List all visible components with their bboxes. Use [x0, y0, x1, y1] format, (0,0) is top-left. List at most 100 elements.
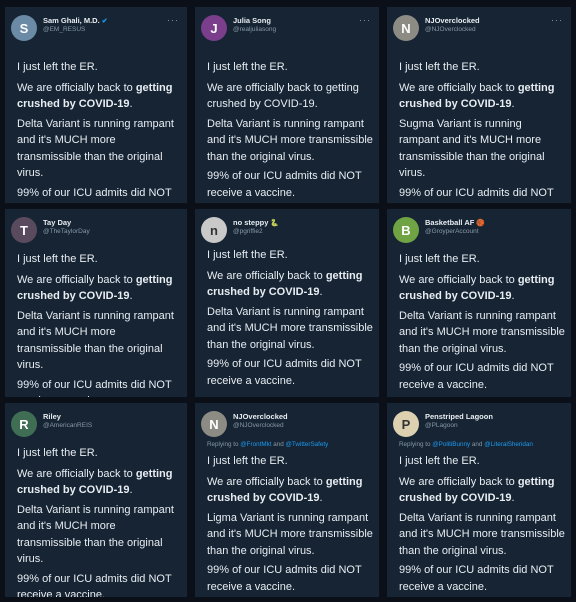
- avatar[interactable]: P: [393, 411, 419, 437]
- tweet-line-2: We are officially back to getting crushe…: [207, 268, 373, 301]
- tweet-line-4: 99% of our ICU admits did NOT receive a …: [17, 378, 172, 398]
- avatar[interactable]: R: [11, 411, 37, 437]
- tweet-line-2: We are officially back to getting crushe…: [399, 474, 565, 507]
- tweet-line-4: 99% of our ICU admits did NOT receive a …: [17, 572, 172, 598]
- replying-to: Replying to @FrontMkt and @TwitterSafety: [207, 441, 373, 448]
- tweet-body: I just left the ER. We are officially ba…: [207, 453, 373, 597]
- reply-mention-link[interactable]: @LiteralSheridan: [484, 441, 533, 448]
- tweet-line-4: 99% of our ICU admits did NOT receive a …: [399, 564, 554, 593]
- tweet-line-1: I just left the ER.: [17, 447, 98, 459]
- display-name[interactable]: Julia Song: [233, 16, 271, 25]
- tweet-line-1: I just left the ER.: [399, 61, 480, 73]
- more-options-icon[interactable]: ···: [359, 15, 371, 25]
- tweet-line-2-text: We are officially back to: [207, 269, 326, 282]
- tweet-body: I just left the ER. We are officially ba…: [399, 453, 565, 597]
- user-handle[interactable]: @AmericanREIS: [43, 422, 92, 429]
- avatar-letter: J: [210, 20, 218, 36]
- display-name-text: Sam Ghali, M.D.: [43, 16, 100, 25]
- user-handle[interactable]: @TheTaylorDay: [43, 228, 90, 235]
- avatar-letter: P: [401, 416, 411, 432]
- tweet-header: J Julia Song @realjuliasong ···: [201, 15, 373, 45]
- avatar[interactable]: S: [11, 15, 37, 41]
- tweet-line-2-end: .: [129, 290, 133, 302]
- user-handle[interactable]: @GroyperAccount: [425, 228, 479, 235]
- tweet-card[interactable]: P Penstriped Lagoon @PLagoon Replying to…: [386, 402, 572, 598]
- tweet-line-2-end: .: [511, 98, 515, 110]
- user-handle[interactable]: @EM_RESUS: [43, 26, 85, 33]
- avatar-letter: R: [19, 416, 29, 432]
- avatar[interactable]: J: [201, 15, 227, 41]
- tweet-line-1: I just left the ER.: [17, 61, 98, 73]
- tweet-line-4: 99% of our ICU admits did NOT receive a …: [207, 564, 362, 593]
- reply-mention-link[interactable]: @TwitterSafety: [286, 441, 329, 448]
- tweet-line-2-text: We are officially back to: [17, 81, 136, 94]
- tweet-line-1: I just left the ER.: [207, 249, 288, 261]
- display-name[interactable]: Basketball AF 🏀: [425, 218, 485, 227]
- tweet-line-4: 99% of our ICU admits did NOT receive a …: [17, 186, 172, 199]
- tweet-line-4: 99% of our ICU admits did NOT receive a …: [207, 358, 362, 387]
- user-handle[interactable]: @pgriffie2: [233, 228, 263, 235]
- tweet-line-3: Delta Variant is running rampant and it'…: [17, 117, 174, 180]
- tweet-line-2-end: .: [511, 492, 515, 504]
- avatar[interactable]: N: [393, 15, 419, 41]
- tweet-line-2-end: .: [129, 98, 133, 110]
- tweet-line-2: We are officially back to getting crushe…: [17, 80, 181, 113]
- avatar-letter: N: [401, 20, 411, 36]
- tweet-card[interactable]: N NJOverclocked @NJOverclocked Replying …: [194, 402, 380, 598]
- avatar[interactable]: T: [11, 217, 37, 243]
- replying-to-joiner: and: [271, 441, 286, 448]
- replying-to-joiner: and: [470, 441, 485, 448]
- display-name[interactable]: no steppy 🐍: [233, 218, 279, 227]
- tweet-line-3: Delta Variant is running rampant and it'…: [207, 305, 373, 351]
- tweet-card[interactable]: S Sam Ghali, M.D. ✔ @EM_RESUS ··· I just …: [4, 6, 188, 204]
- tweet-line-1: I just left the ER.: [399, 253, 480, 265]
- basketball-emoji-icon: 🏀: [476, 220, 486, 228]
- tweet-line-4: 99% of our ICU admits did NOT receive a …: [207, 170, 362, 199]
- tweet-header: N NJOverclocked @NJOverclocked ···: [393, 15, 565, 45]
- tweet-card[interactable]: T Tay Day @TheTaylorDay I just left the …: [4, 208, 188, 398]
- avatar[interactable]: N: [201, 411, 227, 437]
- tweet-card[interactable]: N NJOverclocked @NJOverclocked ··· I jus…: [386, 6, 572, 204]
- avatar[interactable]: B: [393, 217, 419, 243]
- avatar[interactable]: n: [201, 217, 227, 243]
- tweet-body: I just left the ER. We are officially ba…: [17, 445, 181, 598]
- more-options-icon[interactable]: ···: [167, 15, 179, 25]
- tweet-line-3: Delta Variant is running rampant and it'…: [207, 117, 373, 163]
- tweet-card[interactable]: B Basketball AF 🏀 @GroyperAccount I just …: [386, 208, 572, 398]
- snake-emoji-icon: 🐍: [270, 220, 280, 228]
- tweet-line-2: We are officially back to getting crushe…: [207, 81, 359, 111]
- user-handle[interactable]: @NJOverclocked: [425, 26, 476, 33]
- reply-mention-link[interactable]: @PolitiBunny: [432, 441, 470, 448]
- tweet-line-3: Delta Variant is running rampant and it'…: [399, 511, 565, 557]
- tweet-line-2-end: .: [511, 290, 515, 302]
- tweet-card[interactable]: J Julia Song @realjuliasong ··· I just l…: [194, 6, 380, 204]
- more-options-icon[interactable]: ···: [551, 15, 563, 25]
- user-handle[interactable]: @realjuliasong: [233, 26, 276, 33]
- tweet-line-1: I just left the ER.: [207, 61, 288, 73]
- tweet-header: T Tay Day @TheTaylorDay: [11, 217, 181, 247]
- display-name[interactable]: NJOverclocked: [425, 16, 480, 25]
- tweet-body: I just left the ER. We are officially ba…: [399, 251, 565, 396]
- replying-to-label: Replying to: [399, 441, 433, 448]
- display-name[interactable]: Tay Day: [43, 218, 71, 227]
- tweet-line-2-text: We are officially back to: [207, 475, 326, 488]
- tweet-card[interactable]: R Riley @AmericanREIS I just left the ER…: [4, 402, 188, 598]
- tweet-line-2-end: .: [319, 492, 323, 504]
- display-name[interactable]: NJOverclocked: [233, 412, 288, 421]
- tweet-line-2-text: We are officially back to: [399, 81, 518, 94]
- user-handle[interactable]: @PLagoon: [425, 422, 458, 429]
- tweet-card[interactable]: n no steppy 🐍 @pgriffie2 I just left the …: [194, 208, 380, 398]
- display-name[interactable]: Penstriped Lagoon: [425, 412, 493, 421]
- tweet-line-2-end: .: [319, 286, 323, 298]
- tweet-body: I just left the ER. We are officially ba…: [17, 59, 181, 203]
- tweet-line-2-text: We are officially back to: [17, 467, 136, 480]
- display-name[interactable]: Riley: [43, 412, 61, 421]
- tweet-line-2: We are officially back to getting crushe…: [207, 474, 373, 507]
- tweet-line-2-end: .: [129, 484, 133, 496]
- avatar-letter: B: [401, 222, 411, 238]
- display-name[interactable]: Sam Ghali, M.D. ✔: [43, 16, 108, 25]
- replying-to-label: Replying to: [207, 441, 241, 448]
- verified-icon: ✔: [101, 18, 108, 26]
- reply-mention-link[interactable]: @FrontMkt: [240, 441, 271, 448]
- user-handle[interactable]: @NJOverclocked: [233, 422, 284, 429]
